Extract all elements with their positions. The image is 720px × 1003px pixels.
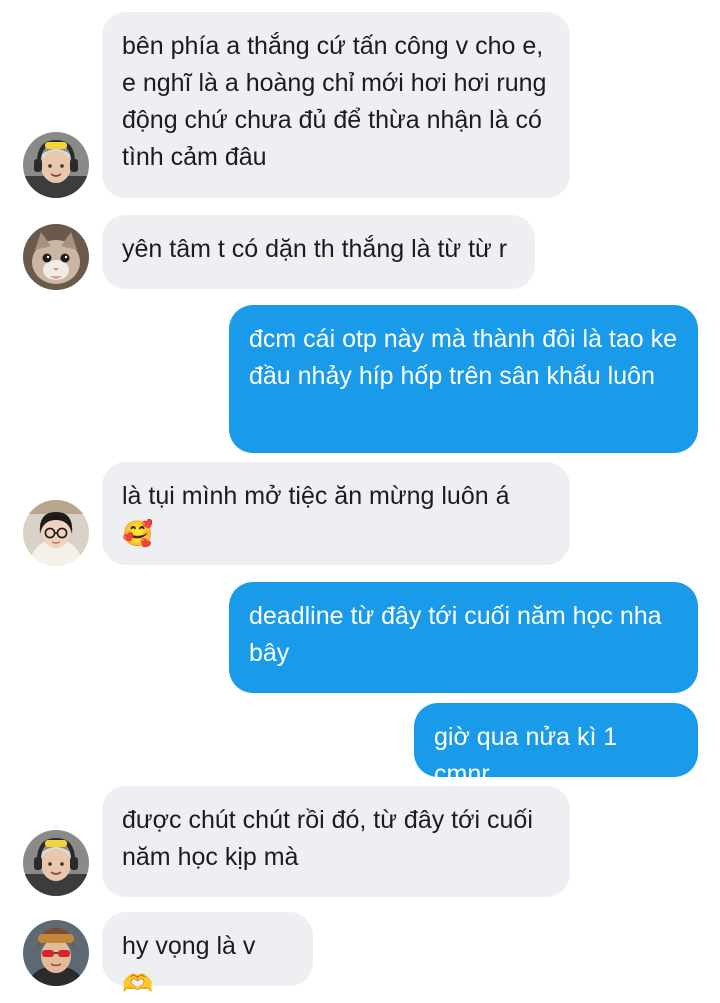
- incoming-message-bubble[interactable]: hy vọng là v 🫶: [102, 912, 313, 998]
- outgoing-message-bubble[interactable]: deadline từ đây tới cuối năm học nha bây: [229, 582, 698, 693]
- heart-hands-emoji: 🫶: [122, 969, 154, 998]
- boy-headphones-avatar[interactable]: [23, 132, 89, 198]
- cat-icon: [23, 224, 89, 290]
- outgoing-message-bubble[interactable]: giờ qua nửa kì 1 cmnr: [414, 703, 698, 788]
- girl-glasses-avatar[interactable]: [23, 500, 89, 566]
- smiling-hearts-emoji: 🥰: [122, 519, 154, 548]
- message-text: là tụi mình mở tiệc ăn mừng luôn á: [122, 482, 510, 510]
- boy-sunglasses-avatar[interactable]: [23, 920, 89, 986]
- message-text: được chút chút rồi đó, từ đây tới cuối n…: [122, 806, 533, 871]
- boy-headphones-icon: [23, 830, 89, 896]
- message-text: đcm cái otp này mà thành đôi là tao ke đ…: [249, 325, 678, 390]
- message-text: deadline từ đây tới cuối năm học nha bây: [249, 602, 662, 667]
- cat-avatar[interactable]: [23, 224, 89, 290]
- message-text: yên tâm t có dặn th thắng là từ từ r: [122, 235, 508, 263]
- message-text: hy vọng là v: [122, 932, 256, 960]
- boy-headphones-avatar[interactable]: [23, 830, 89, 896]
- boy-headphones-icon: [23, 132, 89, 198]
- incoming-message-bubble[interactable]: bên phía a thắng cứ tấn công v cho e, e …: [102, 12, 570, 198]
- incoming-message-bubble[interactable]: là tụi mình mở tiệc ăn mừng luôn á 🥰: [102, 462, 570, 565]
- outgoing-message-bubble[interactable]: đcm cái otp này mà thành đôi là tao ke đ…: [229, 305, 698, 453]
- message-text: giờ qua nửa kì 1 cmnr: [434, 723, 618, 788]
- boy-sunglasses-icon: [23, 920, 89, 986]
- incoming-message-bubble[interactable]: được chút chút rồi đó, từ đây tới cuối n…: [102, 786, 570, 897]
- incoming-message-bubble[interactable]: yên tâm t có dặn th thắng là từ từ r: [102, 215, 535, 289]
- girl-glasses-icon: [23, 500, 89, 566]
- message-text: bên phía a thắng cứ tấn công v cho e, e …: [122, 32, 547, 171]
